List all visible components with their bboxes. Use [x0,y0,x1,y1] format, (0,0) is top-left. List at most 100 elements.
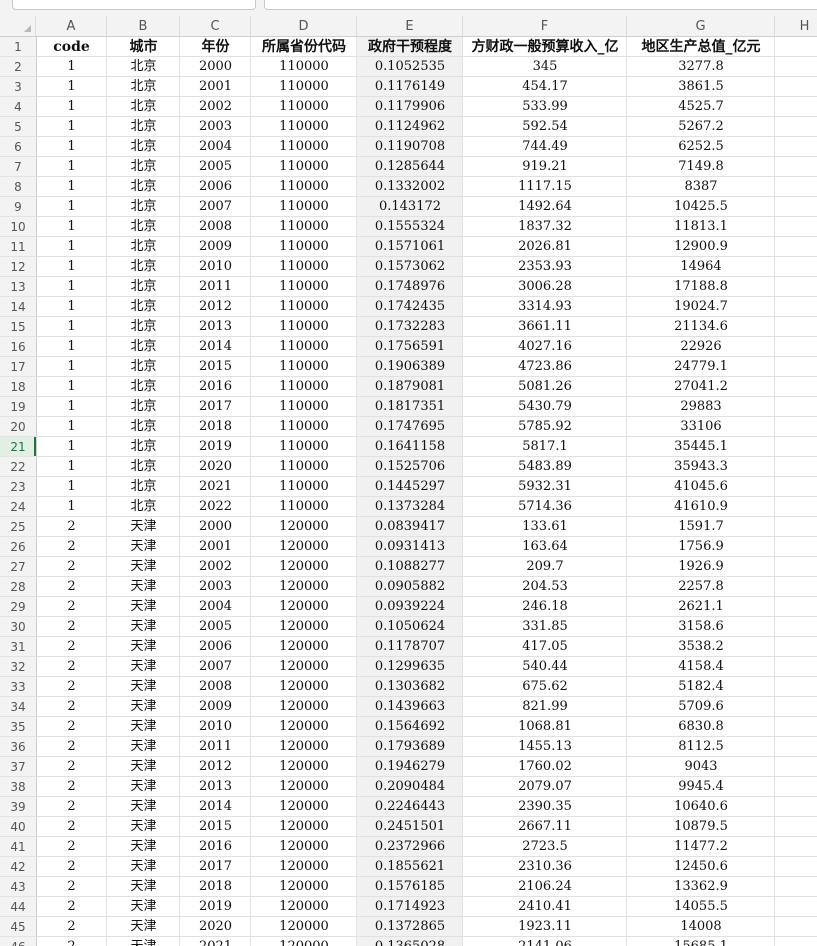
row-header-34[interactable]: 34 [0,697,36,717]
cell-gov-intervention[interactable]: 0.1573062 [357,257,463,277]
cell-fiscal-revenue[interactable]: 5714.36 [463,497,627,517]
cell-gov-intervention[interactable]: 0.0905882 [357,577,463,597]
cell-province-code[interactable]: 120000 [251,737,357,757]
cell-city[interactable]: 北京 [107,377,180,397]
cell-fiscal-revenue[interactable]: 821.99 [463,697,627,717]
cell-fiscal-revenue[interactable]: 2667.11 [463,817,627,837]
cell-city[interactable]: 北京 [107,97,180,117]
cell-gov-intervention[interactable]: 0.0939224 [357,597,463,617]
cell-fiscal-revenue[interactable]: 744.49 [463,137,627,157]
cell-gdp[interactable]: 21134.6 [627,317,775,337]
cell-province-code[interactable]: 120000 [251,917,357,937]
cell-gdp[interactable]: 1926.9 [627,557,775,577]
cell-fiscal-revenue[interactable]: 454.17 [463,77,627,97]
cell-fiscal-revenue[interactable]: 3006.28 [463,277,627,297]
cell-fiscal-revenue[interactable]: 246.18 [463,597,627,617]
cell-gov-intervention[interactable]: 0.1439663 [357,697,463,717]
cell-city[interactable]: 北京 [107,497,180,517]
cell-fiscal-revenue[interactable]: 5932.31 [463,477,627,497]
cell-city[interactable]: 天津 [107,537,180,557]
cell-city[interactable]: 北京 [107,337,180,357]
name-box[interactable] [12,0,256,10]
cell-year[interactable]: 2009 [180,697,251,717]
cell-fiscal-revenue[interactable]: 133.61 [463,517,627,537]
cell-gov-intervention[interactable]: 0.2246443 [357,797,463,817]
row-header-35[interactable]: 35 [0,717,36,737]
cell-gov-intervention[interactable]: 0.1564692 [357,717,463,737]
cell-fiscal-revenue[interactable]: 1455.13 [463,737,627,757]
cell-fiscal-revenue[interactable]: 417.05 [463,637,627,657]
cell-city[interactable]: 北京 [107,117,180,137]
cell-code[interactable]: 1 [36,477,107,497]
row-header-18[interactable]: 18 [0,377,36,397]
cell-code[interactable]: 1 [36,377,107,397]
cell-year[interactable]: 2015 [180,357,251,377]
cell-fiscal-revenue[interactable]: 204.53 [463,577,627,597]
cell-gov-intervention[interactable]: 0.0839417 [357,517,463,537]
cell-province-code[interactable]: 110000 [251,357,357,377]
row-header-3[interactable]: 3 [0,77,36,97]
cell-gdp[interactable]: 8112.5 [627,737,775,757]
cell-code[interactable]: 2 [36,577,107,597]
cell-fiscal-revenue[interactable]: 675.62 [463,677,627,697]
cell-code[interactable]: 2 [36,877,107,897]
cell-gov-intervention[interactable]: 0.0931413 [357,537,463,557]
row-header-27[interactable]: 27 [0,557,36,577]
row-header-32[interactable]: 32 [0,657,36,677]
cell-gov-intervention[interactable]: 0.1365028 [357,937,463,946]
row-header-46[interactable]: 46 [0,937,36,946]
cell-gov-intervention[interactable]: 0.1285644 [357,157,463,177]
cell-province-code[interactable]: 120000 [251,817,357,837]
cell-city[interactable]: 北京 [107,457,180,477]
cell-code[interactable]: 1 [36,197,107,217]
cell-code[interactable]: 2 [36,677,107,697]
cell-code[interactable]: 2 [36,537,107,557]
cell-gdp[interactable]: 9945.4 [627,777,775,797]
cell-gov-intervention[interactable]: 0.1372865 [357,917,463,937]
cell-gdp[interactable]: 2257.8 [627,577,775,597]
header-cell-city[interactable]: 城市 [107,37,180,57]
cell-year[interactable]: 2000 [180,517,251,537]
cell-year[interactable]: 2005 [180,617,251,637]
cell-gdp[interactable]: 35445.1 [627,437,775,457]
row-header-37[interactable]: 37 [0,757,36,777]
cell-gdp[interactable]: 11477.2 [627,837,775,857]
cell-gov-intervention[interactable]: 0.1879081 [357,377,463,397]
cell-code[interactable]: 2 [36,777,107,797]
cell-gov-intervention[interactable]: 0.1732283 [357,317,463,337]
cell-province-code[interactable]: 110000 [251,457,357,477]
cell-fiscal-revenue[interactable]: 163.64 [463,537,627,557]
cell-fiscal-revenue[interactable]: 5430.79 [463,397,627,417]
cell-fiscal-revenue[interactable]: 540.44 [463,657,627,677]
cell-province-code[interactable]: 120000 [251,617,357,637]
cell-code[interactable]: 2 [36,517,107,537]
cell-province-code[interactable]: 110000 [251,257,357,277]
header-cell-province-code[interactable]: 所属省份代码 [251,37,357,57]
cell-gdp[interactable]: 13362.9 [627,877,775,897]
cell-gdp[interactable]: 10879.5 [627,817,775,837]
cell-gdp[interactable]: 6830.8 [627,717,775,737]
cell-gdp[interactable]: 5709.6 [627,697,775,717]
cell-city[interactable]: 北京 [107,217,180,237]
cell-gov-intervention[interactable]: 0.1748976 [357,277,463,297]
row-header-43[interactable]: 43 [0,877,36,897]
cell-gov-intervention[interactable]: 0.1906389 [357,357,463,377]
cell-gdp[interactable]: 41045.6 [627,477,775,497]
cell-gov-intervention[interactable]: 0.1052535 [357,57,463,77]
cell-year[interactable]: 2003 [180,117,251,137]
cell-city[interactable]: 北京 [107,57,180,77]
header-cell-gov-intervention[interactable]: 政府干预程度 [357,37,463,57]
cell-year[interactable]: 2010 [180,717,251,737]
row-header-38[interactable]: 38 [0,777,36,797]
cell-code[interactable]: 2 [36,837,107,857]
cell-gov-intervention[interactable]: 0.2451501 [357,817,463,837]
cell-city[interactable]: 天津 [107,777,180,797]
cell-fiscal-revenue[interactable]: 2353.93 [463,257,627,277]
cell-fiscal-revenue[interactable]: 2026.81 [463,237,627,257]
cell-gov-intervention[interactable]: 0.1793689 [357,737,463,757]
cell-city[interactable]: 天津 [107,737,180,757]
cell-gdp[interactable]: 41610.9 [627,497,775,517]
row-header-15[interactable]: 15 [0,317,36,337]
row-header-13[interactable]: 13 [0,277,36,297]
cell-gov-intervention[interactable]: 0.2090484 [357,777,463,797]
